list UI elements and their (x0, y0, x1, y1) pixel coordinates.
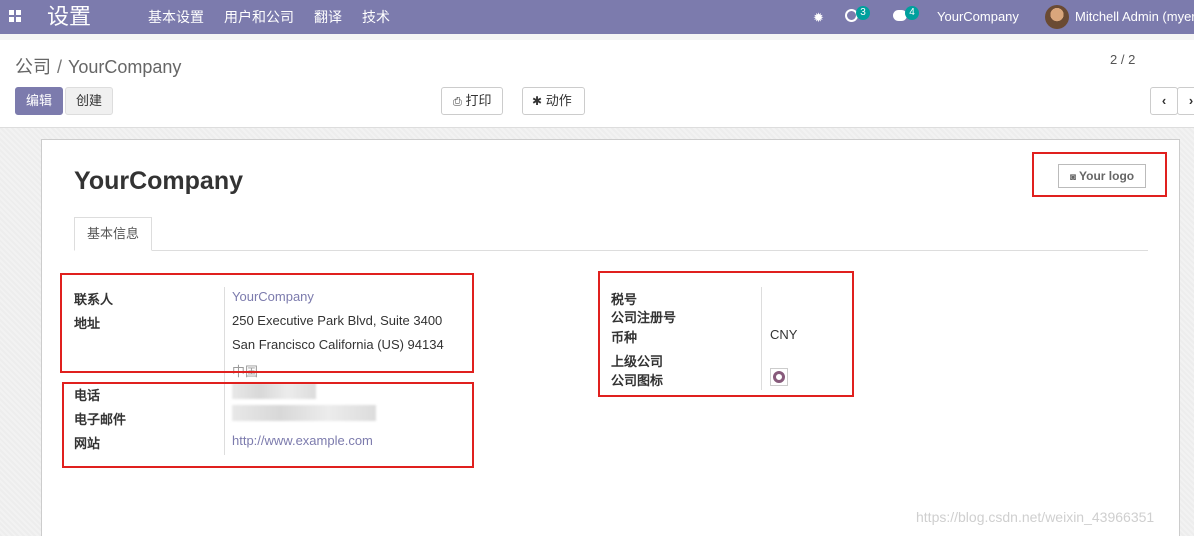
menu-item-technical[interactable]: 技术 (362, 0, 390, 34)
print-button-label: 打印 (465, 93, 492, 108)
app-title: 设置 (47, 4, 92, 29)
top-navbar: 设置 基本设置 用户和公司 翻译 技术 ✹ 3 4 YourCompany Mi… (0, 0, 1194, 34)
edit-button[interactable]: 编辑 (15, 87, 64, 115)
gear-icon: ✱ (532, 94, 543, 108)
highlight-box-contact-details (62, 382, 474, 468)
tabs-divider (74, 250, 1148, 251)
debug-bug-icon[interactable]: ✹ (813, 10, 824, 26)
highlight-box-logo (1032, 152, 1167, 197)
breadcrumb-separator: / (57, 57, 63, 77)
breadcrumb-current: YourCompany (68, 57, 182, 77)
company-switcher[interactable]: YourCompany (937, 0, 1019, 34)
breadcrumb-parent[interactable]: 公司 (15, 57, 51, 77)
highlight-box-company-fields (598, 271, 854, 397)
print-icon: ⎙ (453, 96, 462, 108)
pager-value: 2 / 2 (1110, 52, 1136, 67)
menu-item-general-settings[interactable]: 基本设置 (148, 0, 204, 34)
watermark-text: https://blog.csdn.net/weixin_43966351 (916, 509, 1155, 525)
apps-grid-icon[interactable] (9, 10, 21, 22)
user-avatar[interactable] (1045, 5, 1069, 29)
menu-item-users-companies[interactable]: 用户和公司 (224, 0, 294, 34)
action-button-label: 动作 (545, 93, 572, 108)
highlight-box-contact-address (60, 273, 474, 373)
tab-general-info[interactable]: 基本信息 (74, 217, 153, 251)
chevron-right-icon: › (1188, 93, 1194, 108)
breadcrumb: 公司 / YourCompany (15, 53, 181, 79)
action-button[interactable]: ✱ 动作 (522, 87, 585, 115)
pager-previous-button[interactable]: ‹ (1150, 87, 1178, 115)
activity-count-badge: 3 (856, 6, 870, 20)
message-count-badge: 4 (905, 6, 919, 20)
main-menu: 基本设置 用户和公司 翻译 技术 (148, 0, 410, 34)
control-panel: 公司 / YourCompany (0, 40, 1194, 128)
menu-item-translations[interactable]: 翻译 (314, 0, 342, 34)
company-name-title: YourCompany (74, 167, 243, 195)
print-button[interactable]: ⎙ 打印 (441, 87, 504, 115)
pager-next-button[interactable]: › (1177, 87, 1194, 115)
user-menu[interactable]: Mitchell Admin (myer (1075, 0, 1194, 34)
chevron-left-icon: ‹ (1161, 93, 1167, 108)
create-button[interactable]: 创建 (65, 87, 114, 115)
